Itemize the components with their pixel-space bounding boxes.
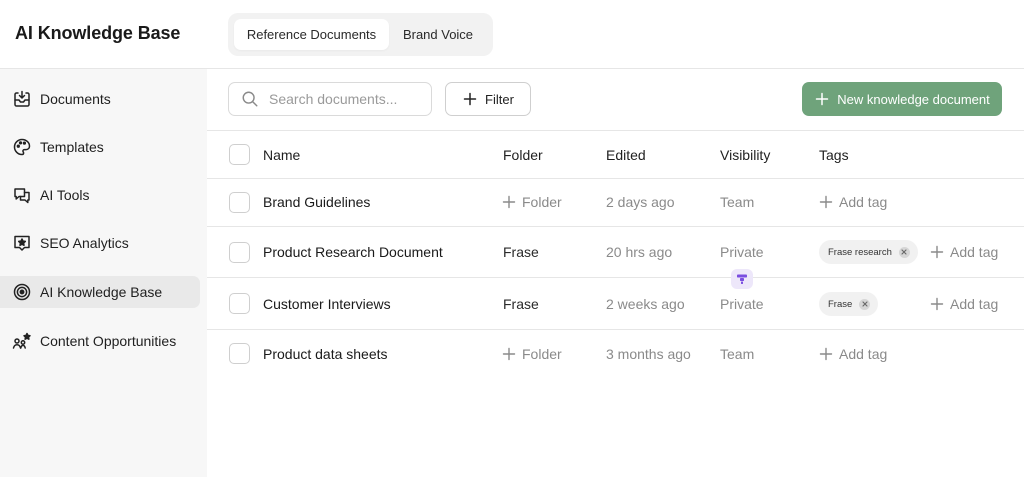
star-chat-icon <box>12 233 32 253</box>
top-header: AI Knowledge Base Reference Documents Br… <box>0 0 1024 69</box>
visibility-value[interactable]: Private <box>720 244 764 260</box>
add-tag-button[interactable]: Add tag <box>930 244 998 260</box>
column-header-folder[interactable]: Folder <box>503 147 543 163</box>
add-tag-button[interactable]: Add tag <box>819 194 887 210</box>
tag-chip[interactable]: Frase research <box>819 240 918 264</box>
add-tag-button[interactable]: Add tag <box>819 346 887 362</box>
plus-icon <box>930 297 944 311</box>
tab-brand-voice[interactable]: Brand Voice <box>389 19 487 50</box>
add-folder-button[interactable]: Folder <box>502 346 562 362</box>
palette-icon <box>12 137 32 157</box>
document-name[interactable]: Customer Interviews <box>263 296 391 312</box>
filter-button[interactable]: Filter <box>445 82 531 116</box>
chat-bubbles-icon <box>12 185 32 205</box>
sidebar-item-label: Templates <box>40 139 104 155</box>
add-folder-label: Folder <box>522 194 562 210</box>
sidebar-item-seo-analytics[interactable]: SEO Analytics <box>0 227 200 259</box>
add-tag-label: Add tag <box>839 194 888 210</box>
tab-group: Reference Documents Brand Voice <box>228 13 493 56</box>
sidebar-item-documents[interactable]: Documents <box>0 83 200 115</box>
divider <box>207 277 1024 278</box>
document-inbox-icon <box>12 89 32 109</box>
row-checkbox[interactable] <box>229 192 250 213</box>
search-box[interactable] <box>228 82 432 116</box>
people-star-icon <box>12 331 32 351</box>
document-name[interactable]: Product data sheets <box>263 346 388 362</box>
visibility-value[interactable]: Private <box>720 296 764 312</box>
edited-time: 20 hrs ago <box>606 244 673 260</box>
column-header-edited[interactable]: Edited <box>606 147 646 163</box>
tab-reference-documents[interactable]: Reference Documents <box>234 19 389 50</box>
add-folder-button[interactable]: Folder <box>502 194 562 210</box>
frase-logo-badge <box>731 269 753 289</box>
plus-icon <box>816 92 829 106</box>
row-checkbox[interactable] <box>229 343 250 364</box>
search-input[interactable] <box>269 91 419 107</box>
plus-icon <box>502 195 516 209</box>
sidebar-item-ai-knowledge-base[interactable]: AI Knowledge Base <box>0 276 200 308</box>
add-tag-label: Add tag <box>950 296 999 312</box>
frase-logo-icon <box>737 274 747 284</box>
plus-icon <box>463 92 477 106</box>
divider <box>207 178 1024 179</box>
remove-tag-icon[interactable] <box>859 298 871 310</box>
edited-time: 2 weeks ago <box>606 296 685 312</box>
sidebar-item-content-opportunities[interactable]: Content Opportunities <box>0 325 200 357</box>
plus-icon <box>930 245 944 259</box>
plus-icon <box>819 347 833 361</box>
add-tag-label: Add tag <box>839 346 888 362</box>
add-tag-button[interactable]: Add tag <box>930 296 998 312</box>
document-name[interactable]: Brand Guidelines <box>263 194 370 210</box>
tag-label: Frase research <box>828 246 892 258</box>
column-header-name[interactable]: Name <box>263 147 300 163</box>
sidebar: Documents Templates AI Tools SEO Analyti… <box>0 69 207 477</box>
folder-name[interactable]: Frase <box>503 244 539 260</box>
plus-icon <box>502 347 516 361</box>
filter-button-label: Filter <box>485 91 514 107</box>
folder-name[interactable]: Frase <box>503 296 539 312</box>
column-header-tags[interactable]: Tags <box>819 147 849 163</box>
search-icon <box>242 91 258 107</box>
column-header-visibility[interactable]: Visibility <box>720 147 770 163</box>
row-checkbox[interactable] <box>229 242 250 263</box>
tag-label: Frase <box>828 298 853 310</box>
divider <box>207 329 1024 330</box>
tag-chip[interactable]: Frase <box>819 292 879 316</box>
new-knowledge-document-button[interactable]: New knowledge document <box>802 82 1002 116</box>
sidebar-item-label: Content Opportunities <box>40 333 177 349</box>
document-name[interactable]: Product Research Document <box>263 244 443 260</box>
sidebar-item-label: Documents <box>40 91 111 107</box>
row-checkbox[interactable] <box>229 293 250 314</box>
app-title: AI Knowledge Base <box>15 23 181 43</box>
sidebar-item-label: AI Knowledge Base <box>40 284 163 300</box>
add-tag-label: Add tag <box>950 244 999 260</box>
divider <box>207 130 1024 131</box>
new-button-label: New knowledge document <box>837 91 990 107</box>
sidebar-item-ai-tools[interactable]: AI Tools <box>0 179 200 211</box>
sidebar-item-label: SEO Analytics <box>40 235 129 251</box>
select-all-checkbox[interactable] <box>229 144 250 165</box>
visibility-value[interactable]: Team <box>720 346 754 362</box>
add-folder-label: Folder <box>522 346 562 362</box>
edited-time: 3 months ago <box>606 346 691 362</box>
target-icon <box>12 282 32 302</box>
visibility-value[interactable]: Team <box>720 194 754 210</box>
sidebar-item-label: AI Tools <box>40 187 90 203</box>
sidebar-item-templates[interactable]: Templates <box>0 131 200 163</box>
remove-tag-icon[interactable] <box>898 246 910 258</box>
plus-icon <box>819 195 833 209</box>
edited-time: 2 days ago <box>606 194 675 210</box>
divider <box>207 226 1024 227</box>
